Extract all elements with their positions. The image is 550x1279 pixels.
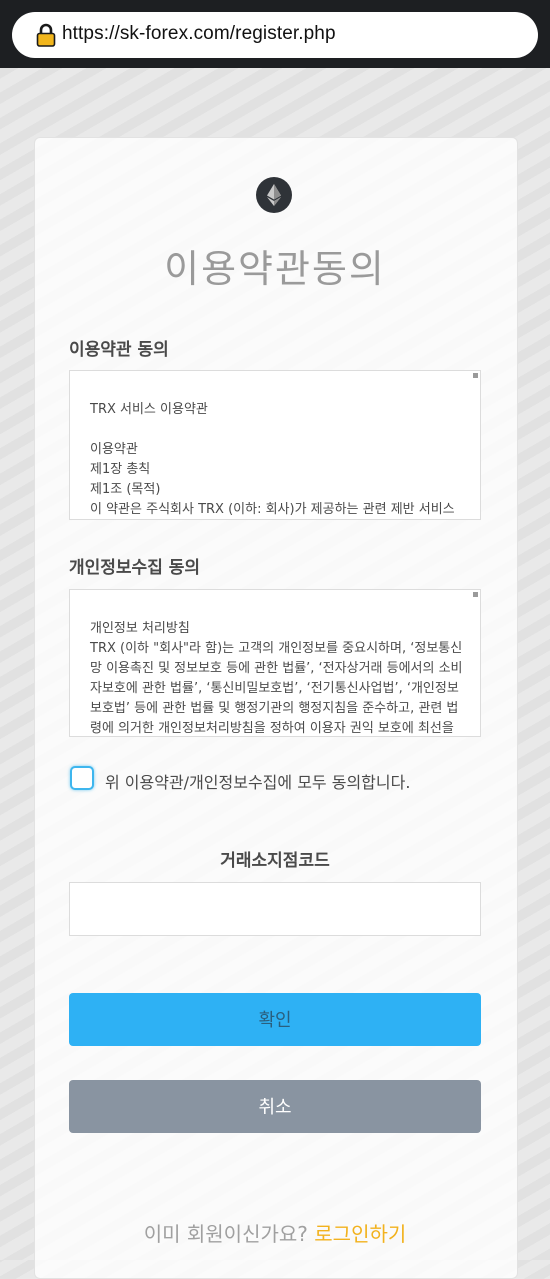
privacy-scrollbar[interactable] — [473, 592, 478, 597]
agree-all-label[interactable]: 위 이용약관/개인정보수집에 모두 동의합니다. — [105, 769, 410, 793]
privacy-textarea[interactable]: 개인정보 처리방침 TRX (이하 "회사"라 함)는 고객의 개인정보를 중요… — [69, 589, 481, 737]
agree-all-checkbox[interactable] — [70, 766, 94, 790]
store-code-label: 거래소지점코드 — [220, 851, 330, 871]
page-title: 이용약관동의 — [164, 247, 386, 291]
confirm-button[interactable]: 확인 — [69, 993, 481, 1046]
terms-textarea[interactable]: TRX 서비스 이용약관 이용약관 제1장 총칙 제1조 (목적) 이 약관은 … — [69, 370, 481, 520]
url-text: https://sk-forex.com/register.php — [62, 23, 336, 44]
address-bar[interactable]: https://sk-forex.com/register.php — [12, 12, 538, 58]
login-link[interactable]: 로그인하기 — [314, 1222, 406, 1246]
browser-toolbar: https://sk-forex.com/register.php — [0, 0, 550, 68]
terms-content: TRX 서비스 이용약관 이용약관 제1장 총칙 제1조 (목적) 이 약관은 … — [90, 402, 455, 517]
terms-scrollbar[interactable] — [473, 373, 478, 378]
store-code-input[interactable] — [69, 882, 481, 936]
privacy-content: 개인정보 처리방침 TRX (이하 "회사"라 함)는 고객의 개인정보를 중요… — [90, 621, 463, 736]
terms-label: 이용약관 동의 — [69, 340, 169, 360]
ethereum-logo-icon — [256, 177, 292, 213]
lock-icon — [36, 23, 56, 47]
cancel-button[interactable]: 취소 — [69, 1080, 481, 1133]
login-prompt-line: 이미 회원이신가요? 로그인하기 — [0, 1218, 550, 1247]
privacy-label: 개인정보수집 동의 — [69, 558, 201, 578]
login-prompt: 이미 회원이신가요? — [143, 1222, 308, 1246]
